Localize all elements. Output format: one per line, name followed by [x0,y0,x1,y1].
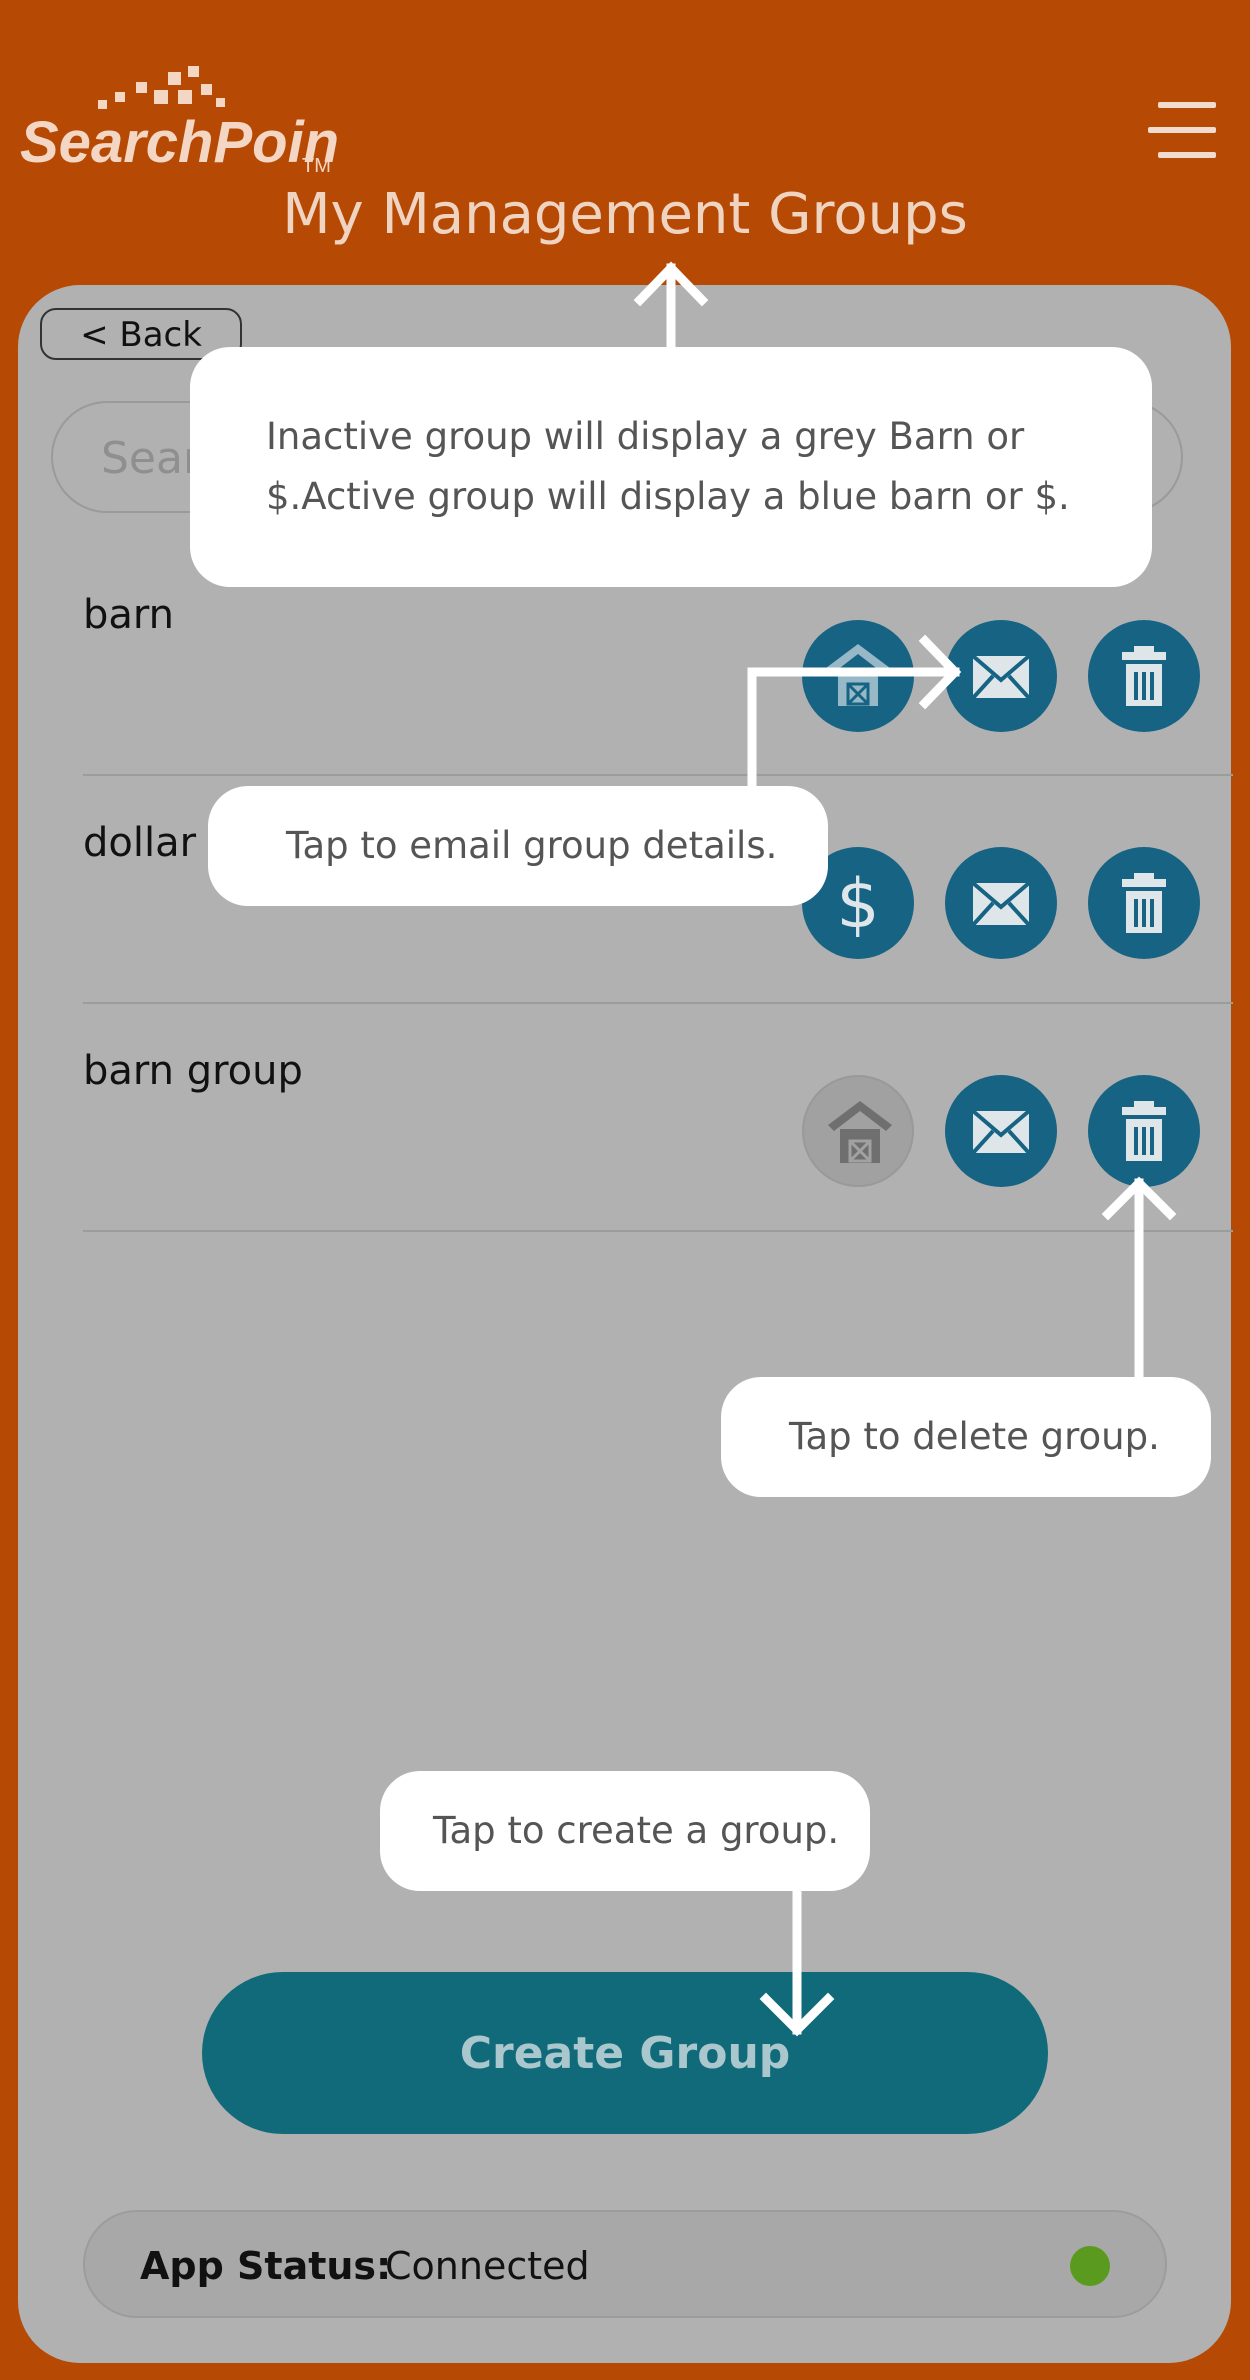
barn-icon[interactable] [802,1075,914,1187]
envelope-icon [971,654,1031,700]
svg-text:SearchPoint: SearchPoint [20,110,338,175]
trash-icon [1122,646,1166,706]
status-label: App Status: [140,2244,392,2288]
callout-text: Tap to create a group. [433,1809,840,1852]
email-button[interactable] [945,847,1057,959]
callout-text: $.Active group will display a blue barn … [266,475,1070,518]
svg-text:TM: TM [302,155,331,177]
envelope-icon [971,881,1031,927]
callout-create: Tap to create a group. [380,1771,870,1891]
row-divider [83,774,1233,776]
app-status-bar: App Status: Connected [83,2210,1167,2318]
row-divider [83,1230,1233,1232]
group-name[interactable]: barn [83,592,174,638]
envelope-icon [971,1109,1031,1155]
callout-text: Inactive group will display a grey Barn … [266,415,1025,458]
email-button[interactable] [945,620,1057,732]
delete-button[interactable] [1088,1075,1200,1187]
callout-email: Tap to email group details. [208,786,828,906]
callout-group-status: Inactive group will display a grey Barn … [190,347,1152,587]
status-value: Connected [385,2244,590,2288]
delete-button[interactable] [1088,847,1200,959]
group-name[interactable]: barn group [83,1048,303,1094]
callout-text: Tap to email group details. [286,824,778,867]
row-divider [83,1002,1233,1004]
barn-icon[interactable] [802,620,914,732]
connection-status-dot [1070,2246,1110,2286]
delete-button[interactable] [1088,620,1200,732]
svg-text:$: $ [836,865,879,944]
menu-icon[interactable] [1148,102,1216,158]
searchpoint-logo: SearchPoint TM [20,66,338,177]
callout-text: Tap to delete group. [789,1415,1160,1458]
page-title: My Management Groups [282,182,968,247]
trash-icon [1122,873,1166,933]
create-group-button[interactable]: Create Group [202,1972,1048,2134]
group-name[interactable]: dollar [83,820,196,866]
callout-delete: Tap to delete group. [721,1377,1211,1497]
trash-icon [1122,1101,1166,1161]
email-button[interactable] [945,1075,1057,1187]
